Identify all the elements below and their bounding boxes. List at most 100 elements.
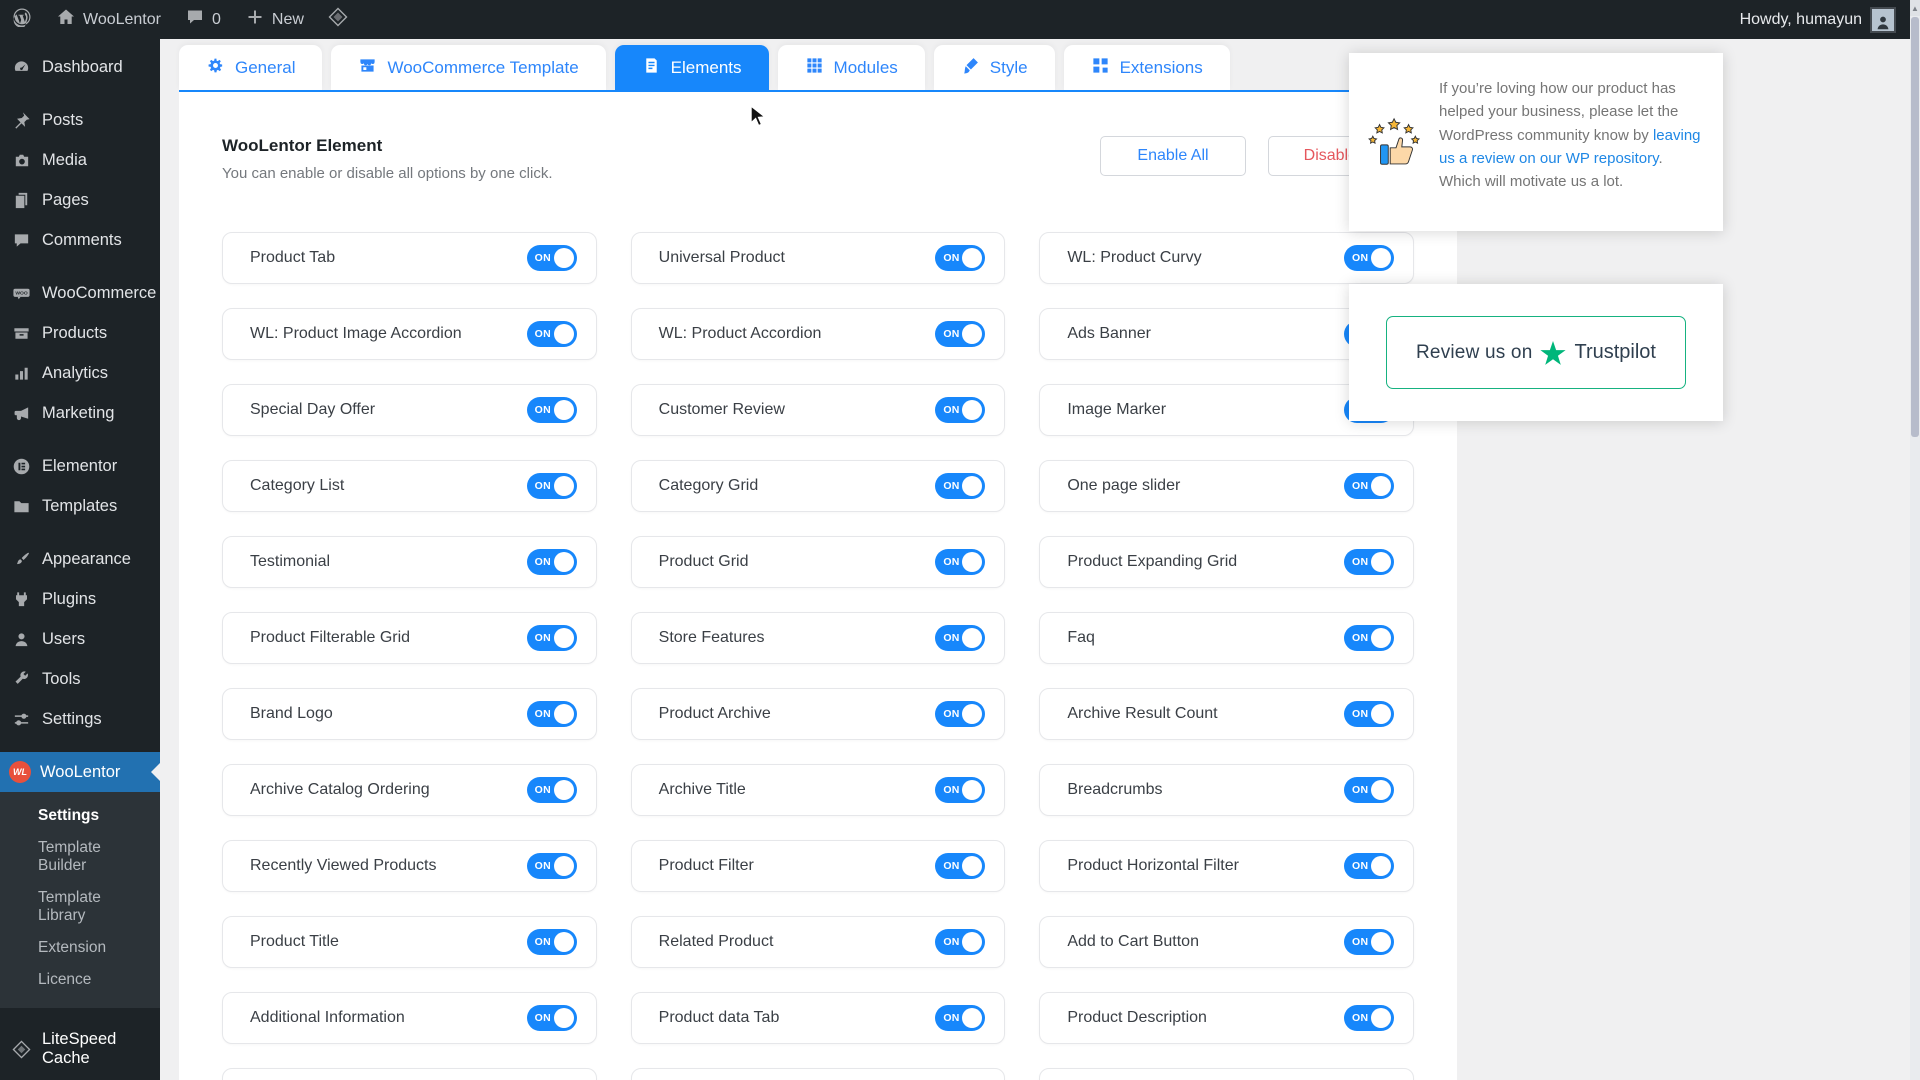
toggle-state-label: ON — [943, 328, 960, 340]
element-toggle-switch[interactable]: ON — [935, 853, 986, 879]
account-menu[interactable]: Howdy, humayun — [1740, 6, 1910, 33]
sidebar-item[interactable]: Users — [0, 619, 160, 659]
element-toggle-switch[interactable]: ON — [1343, 473, 1394, 499]
sidebar-item-label: WooCommerce — [42, 283, 157, 302]
element-card: One page slider ON — [1039, 460, 1414, 512]
element-toggle-switch[interactable]: ON — [526, 853, 577, 879]
trustpilot-star-icon — [1540, 340, 1567, 366]
element-toggle-switch[interactable]: ON — [1343, 777, 1394, 803]
sidebar-item-label: Elementor — [42, 456, 118, 475]
trustpilot-card: Review us on Trustpilot — [1349, 284, 1723, 421]
element-toggle-switch[interactable]: ON — [526, 397, 577, 423]
woolentor-submenu-item[interactable]: Template Library — [0, 882, 160, 932]
settings-tab[interactable]: Extensions — [1063, 45, 1230, 90]
element-toggle-switch[interactable]: ON — [1343, 929, 1394, 955]
element-toggle-switch[interactable]: ON — [1343, 853, 1394, 879]
element-toggle-switch[interactable]: ON — [935, 473, 986, 499]
element-label: Universal Product — [658, 249, 785, 266]
element-toggle-switch[interactable]: ON — [526, 701, 577, 727]
element-toggle-switch[interactable]: ON — [935, 777, 986, 803]
element-toggle-switch[interactable]: ON — [935, 321, 986, 347]
woolentor-submenu-item[interactable]: Licence — [0, 964, 160, 996]
element-toggle-switch[interactable]: ON — [526, 549, 577, 575]
sidebar-item[interactable]: Elementor — [0, 446, 160, 486]
wp-logo-menu[interactable] — [0, 0, 44, 39]
element-toggle-switch[interactable]: ON — [526, 625, 577, 651]
sidebar-item-label: Templates — [42, 496, 118, 515]
toggle-state-label: ON — [943, 1012, 960, 1024]
sidebar-item[interactable]: WOO WooCommerce — [0, 273, 160, 313]
elements-doc-icon — [642, 56, 661, 80]
element-toggle-switch[interactable]: ON — [526, 473, 577, 499]
sidebar-item[interactable]: Settings — [0, 699, 160, 739]
sidebar-item[interactable]: Templates — [0, 486, 160, 526]
element-toggle-switch[interactable]: ON — [526, 245, 577, 271]
element-toggle-switch[interactable]: ON — [1343, 1005, 1394, 1031]
scrollbar-up-arrow[interactable]: ▲ — [1910, 0, 1920, 16]
element-toggle-switch[interactable]: ON — [526, 1005, 577, 1031]
sidebar-item-label: Comments — [42, 230, 122, 249]
new-content-menu[interactable]: New — [233, 0, 316, 39]
element-toggle-switch[interactable]: ON — [935, 701, 986, 727]
settings-tab[interactable]: General — [179, 45, 323, 90]
scrollbar-thumb[interactable] — [1911, 17, 1919, 437]
element-toggle-switch[interactable]: ON — [526, 777, 577, 803]
element-toggle-switch[interactable]: ON — [935, 245, 986, 271]
tab-label: Modules — [833, 57, 898, 77]
review-request-text: If you’re loving how our product has hel… — [1439, 80, 1701, 190]
settings-tab[interactable]: Elements — [614, 45, 769, 90]
settings-tab[interactable]: Style — [933, 45, 1055, 90]
element-label: Product Grid — [658, 553, 749, 570]
elementor-icon — [9, 454, 33, 478]
comment-bubble-icon — [185, 7, 205, 32]
element-toggle-switch[interactable]: ON — [1343, 701, 1394, 727]
settings-tab[interactable]: Modules — [777, 45, 925, 90]
sidebar-item[interactable]: Products — [0, 313, 160, 353]
sidebar-item[interactable]: Appearance — [0, 539, 160, 579]
element-label: Special Day Offer — [250, 401, 376, 418]
woolentor-submenu-item[interactable]: Settings — [0, 800, 160, 832]
toggle-knob — [962, 780, 983, 800]
comments-menu[interactable]: 0 — [173, 0, 233, 39]
sidebar-item-label: Plugins — [42, 589, 97, 608]
element-toggle-switch[interactable]: ON — [935, 397, 986, 423]
woocommerce-icon: WOO — [9, 281, 33, 305]
element-toggle-switch[interactable]: ON — [526, 929, 577, 955]
element-toggle-switch[interactable]: ON — [935, 929, 986, 955]
sidebar-item[interactable]: Dashboard — [0, 47, 160, 87]
sidebar-item[interactable]: Analytics — [0, 353, 160, 393]
toggle-state-label: ON — [1351, 708, 1369, 720]
element-label: Archive Result Count — [1067, 705, 1218, 722]
sidebar-item[interactable]: Plugins — [0, 579, 160, 619]
toggle-knob — [962, 704, 983, 724]
sidebar-item[interactable]: Posts — [0, 100, 160, 140]
element-toggle-switch[interactable]: ON — [935, 549, 986, 575]
element-toggle-switch[interactable]: ON — [526, 321, 577, 347]
enable-all-button[interactable]: Enable All — [1100, 136, 1246, 176]
sidebar-item[interactable]: Comments — [0, 220, 160, 260]
sidebar-item[interactable]: Tools — [0, 659, 160, 699]
sidebar-item-litespeed[interactable]: LiteSpeed Cache — [0, 1022, 160, 1076]
litespeed-adminbar-menu[interactable] — [316, 0, 360, 39]
element-toggle-switch[interactable]: ON — [1343, 625, 1394, 651]
element-label: Faq — [1067, 629, 1095, 646]
sidebar-item[interactable]: Pages — [0, 180, 160, 220]
element-card: Breadcrumbs ON — [1039, 764, 1414, 816]
element-toggle-switch[interactable]: ON — [935, 1005, 986, 1031]
sidebar-item[interactable]: Marketing — [0, 393, 160, 433]
woolentor-submenu-item[interactable]: Template Builder — [0, 832, 160, 882]
element-card: Testimonial ON — [222, 536, 597, 588]
woolentor-submenu-item[interactable]: Extension — [0, 932, 160, 964]
sidebar-item[interactable]: Media — [0, 140, 160, 180]
element-card: Product Grid ON — [630, 536, 1006, 588]
collapse-menu-button[interactable]: Collapse menu — [0, 1076, 160, 1080]
element-toggle-switch[interactable]: ON — [935, 625, 986, 651]
element-card: Universal Product ON — [630, 232, 1006, 284]
settings-tab[interactable]: WooCommerce Template — [331, 45, 606, 90]
tab-label: Elements — [670, 57, 742, 77]
element-toggle-switch[interactable]: ON — [1343, 549, 1394, 575]
sidebar-item-woolentor[interactable]: WL WooLentor — [0, 752, 160, 792]
trustpilot-review-button[interactable]: Review us on Trustpilot — [1386, 316, 1686, 389]
site-name-link[interactable]: WooLentor — [44, 0, 173, 39]
sidebar-item-label: Posts — [42, 110, 84, 129]
